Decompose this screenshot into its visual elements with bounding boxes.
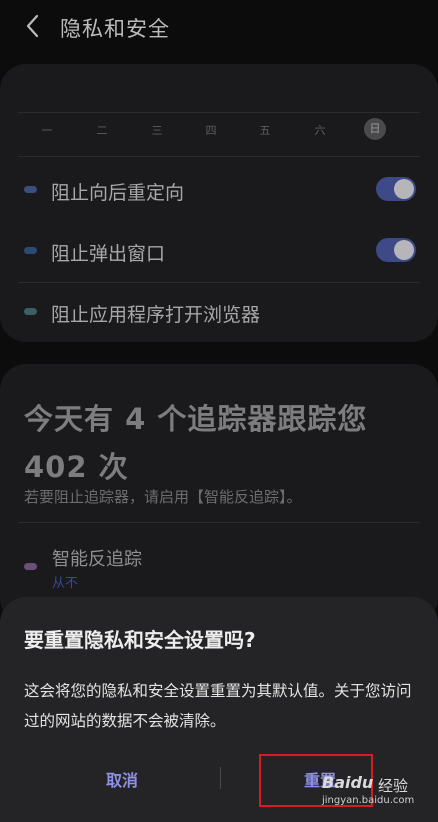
anti-tracking-item[interactable]: 智能反追踪 — [52, 545, 142, 571]
back-arrow-icon[interactable] — [22, 12, 46, 40]
weekday-label: 四 — [205, 124, 217, 137]
cancel-button[interactable]: 取消 — [72, 767, 172, 795]
toggle-switch[interactable] — [376, 177, 416, 201]
tracker-hint: 若要阻止追踪器，请启用【智能反追踪】。 — [24, 488, 302, 506]
setting-block-app-open-browser[interactable]: 阻止应用程序打开浏览器 — [0, 282, 438, 342]
dialog-message: 这会将您的隐私和安全设置重置为其默认值。关于您访问过的网站的数据不会被清除。 — [24, 682, 412, 730]
anti-tracking-dot-icon — [24, 563, 37, 570]
button-separator — [220, 767, 221, 789]
setting-block-popups[interactable]: 阻止弹出窗口 — [0, 220, 438, 280]
setting-dot-icon — [24, 308, 37, 315]
setting-block-redirect[interactable]: 阻止向后重定向 — [0, 160, 438, 220]
setting-label: 阻止应用程序打开浏览器 — [51, 304, 261, 326]
tracker-headline: 今天有 4 个追踪器跟踪您 — [24, 402, 368, 436]
anti-tracking-status: 从不 — [52, 576, 79, 591]
watermark-brand: Baidu — [322, 773, 374, 792]
weekday-label: 二 — [96, 124, 108, 137]
weekday-today: 日 — [364, 118, 386, 140]
dialog-title: 要重置隐私和安全设置吗? — [24, 628, 256, 652]
watermark-url: jingyan.baidu.com — [322, 795, 415, 806]
setting-dot-icon — [24, 186, 37, 193]
weekday-label: 三 — [151, 124, 163, 137]
app-header: 隐私和安全 — [0, 0, 438, 52]
page-title: 隐私和安全 — [60, 17, 170, 41]
setting-label: 阻止向后重定向 — [51, 182, 185, 204]
baidu-watermark: Baidu 经验 jingyan.baidu.com — [322, 773, 434, 819]
watermark-suffix: 经验 — [378, 777, 409, 795]
weekday-label: 六 — [314, 124, 326, 137]
weekday-row: 一 二 三 四 五 六 日 — [18, 118, 420, 142]
weekday-label: 一 — [41, 124, 53, 137]
toggle-switch[interactable] — [376, 238, 416, 262]
setting-label: 阻止弹出窗口 — [51, 243, 166, 265]
weekday-label: 五 — [259, 124, 271, 137]
setting-dot-icon — [24, 247, 37, 254]
toggle-knob — [394, 240, 414, 260]
toggle-knob — [394, 179, 414, 199]
divider — [18, 156, 420, 157]
divider — [18, 522, 420, 523]
tracker-count: 402 次 — [24, 450, 129, 484]
divider — [18, 112, 420, 113]
